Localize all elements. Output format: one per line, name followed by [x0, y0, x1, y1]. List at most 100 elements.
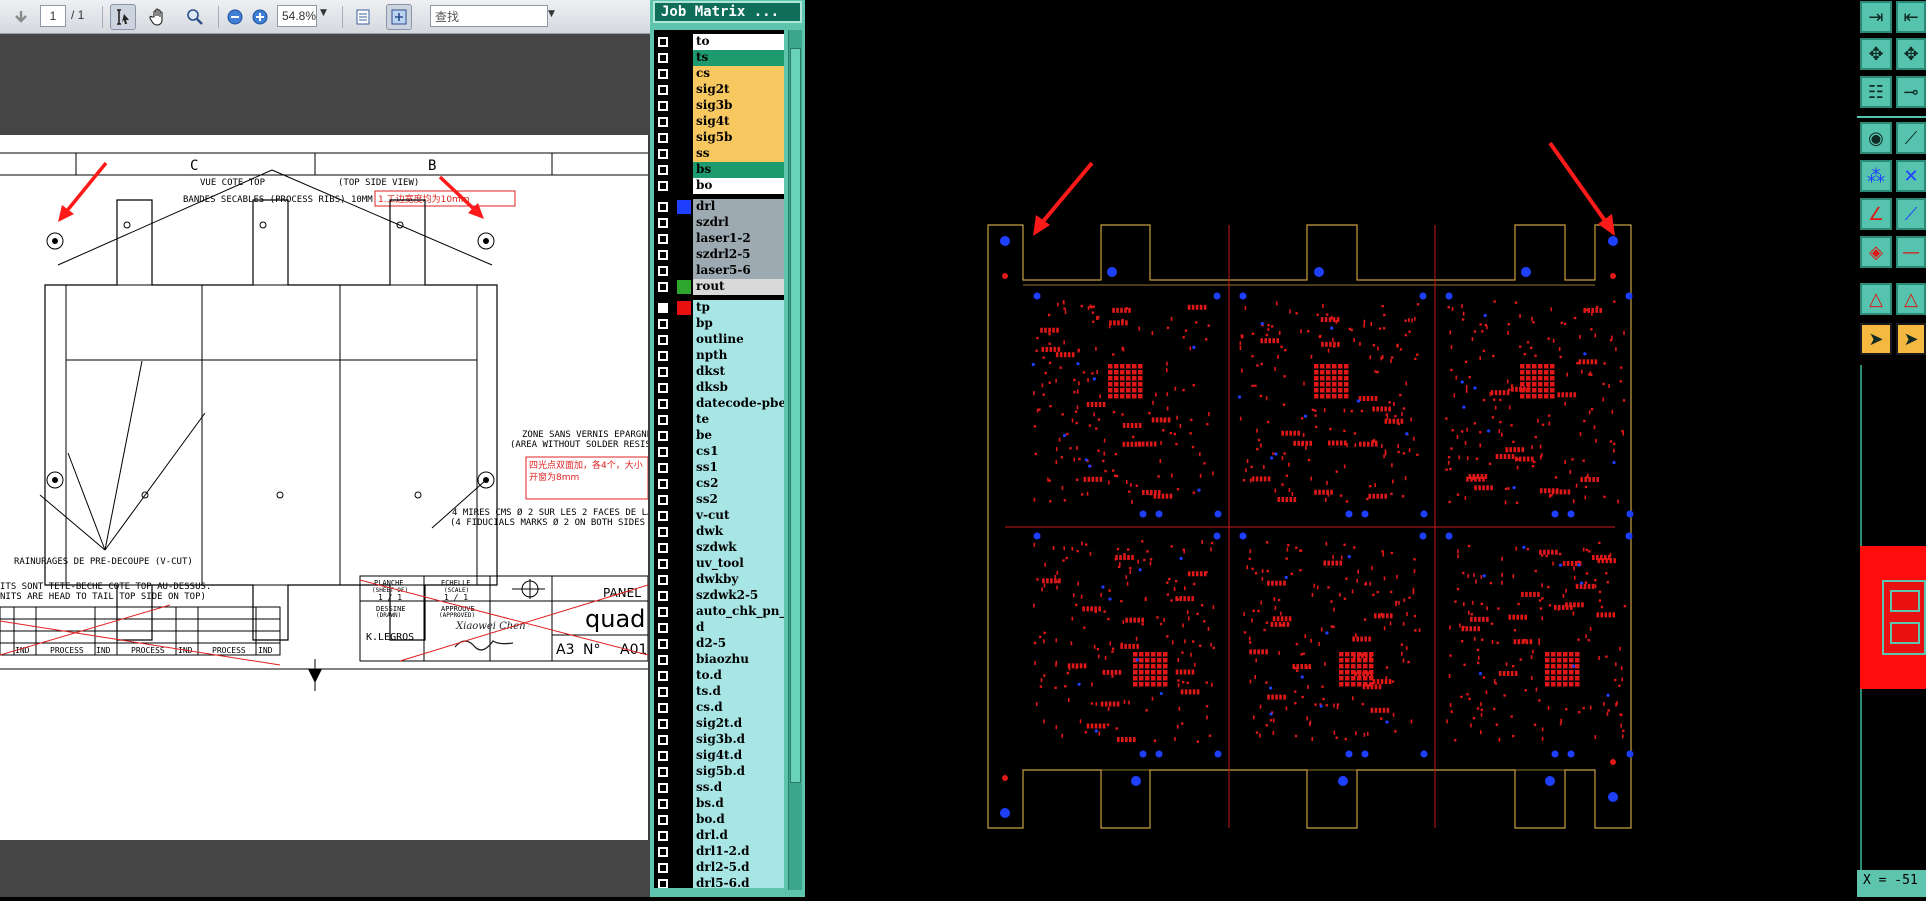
layer-name[interactable]: sig4t.d — [693, 748, 784, 764]
layer-name[interactable]: auto_chk_pn_ — [693, 604, 784, 620]
layer-name[interactable]: tp — [693, 300, 784, 316]
layer-checkbox[interactable] — [658, 447, 668, 457]
layer-color-swatch[interactable] — [677, 147, 691, 161]
layer-name[interactable]: sig5b.d — [693, 764, 784, 780]
layer-checkbox[interactable] — [658, 463, 668, 473]
layer-checkbox[interactable] — [658, 303, 668, 313]
connect-tool-button[interactable]: ⁂ — [1860, 160, 1892, 192]
layer-row[interactable]: sig2t — [654, 82, 784, 98]
layer-checkbox[interactable] — [658, 847, 668, 857]
layer-color-swatch[interactable] — [677, 397, 691, 411]
layer-row[interactable]: te — [654, 412, 784, 428]
layer-row[interactable]: laser1-2 — [654, 231, 784, 247]
layer-row[interactable]: sig4t.d — [654, 748, 784, 764]
layer-checkbox[interactable] — [658, 783, 668, 793]
zoom-out-button[interactable] — [222, 4, 248, 30]
layer-checkbox[interactable] — [658, 687, 668, 697]
layer-name[interactable]: d2-5 — [693, 636, 784, 652]
layer-row[interactable]: ss.d — [654, 780, 784, 796]
layer-color-swatch[interactable] — [677, 429, 691, 443]
layer-checkbox[interactable] — [658, 575, 668, 585]
layer-checkbox[interactable] — [658, 543, 668, 553]
layer-row[interactable]: npth — [654, 348, 784, 364]
layer-color-swatch[interactable] — [677, 163, 691, 177]
layer-name[interactable]: szdrl — [693, 215, 784, 231]
zoom-prev-button[interactable]: ⇤ — [1896, 1, 1926, 33]
layer-row[interactable]: to.d — [654, 668, 784, 684]
layer-row[interactable]: bs.d — [654, 796, 784, 812]
layer-color-swatch[interactable] — [677, 317, 691, 331]
layer-name[interactable]: bo.d — [693, 812, 784, 828]
layer-row[interactable]: sig2t.d — [654, 716, 784, 732]
layer-row[interactable]: outline — [654, 332, 784, 348]
layer-checkbox[interactable] — [658, 607, 668, 617]
layer-color-swatch[interactable] — [677, 877, 691, 888]
layer-checkbox[interactable] — [658, 431, 668, 441]
select-tool-button[interactable]: ➤ — [1860, 323, 1892, 355]
layer-color-swatch[interactable] — [677, 701, 691, 715]
layer-name[interactable]: cs — [693, 66, 784, 82]
layer-name[interactable]: dkst — [693, 364, 784, 380]
layer-row[interactable]: bp — [654, 316, 784, 332]
layer-color-swatch[interactable] — [677, 861, 691, 875]
layer-color-swatch[interactable] — [677, 589, 691, 603]
previous-page-button[interactable] — [8, 4, 34, 30]
measure-tool-button[interactable]: ☷ — [1860, 76, 1892, 108]
select-text-tool[interactable] — [110, 4, 136, 30]
layer-name[interactable]: outline — [693, 332, 784, 348]
layer-color-swatch[interactable] — [677, 669, 691, 683]
layer-name[interactable]: to.d — [693, 668, 784, 684]
layer-name[interactable]: ts.d — [693, 684, 784, 700]
layer-checkbox[interactable] — [658, 399, 668, 409]
layer-checkbox[interactable] — [658, 623, 668, 633]
layer-name[interactable]: rout — [693, 279, 784, 295]
job-matrix-title[interactable]: Job Matrix ... — [653, 1, 802, 23]
layer-color-swatch[interactable] — [677, 461, 691, 475]
layer-checkbox[interactable] — [658, 117, 668, 127]
layer-row[interactable]: laser5-6 — [654, 263, 784, 279]
layer-checkbox[interactable] — [658, 101, 668, 111]
layer-checkbox[interactable] — [658, 479, 668, 489]
angle-tool-button[interactable]: ∠ — [1860, 198, 1892, 230]
layer-color-swatch[interactable] — [677, 765, 691, 779]
layer-color-swatch[interactable] — [677, 573, 691, 587]
layer-row[interactable]: dwkby — [654, 572, 784, 588]
layer-name[interactable]: npth — [693, 348, 784, 364]
layer-name[interactable]: szdwk2-5 — [693, 588, 784, 604]
layer-name[interactable]: sig2t — [693, 82, 784, 98]
layer-name[interactable]: szdwk — [693, 540, 784, 556]
layer-row[interactable]: cs2 — [654, 476, 784, 492]
layer-checkbox[interactable] — [658, 351, 668, 361]
layer-color-swatch[interactable] — [677, 301, 691, 315]
layer-checkbox[interactable] — [658, 266, 668, 276]
layer-checkbox[interactable] — [658, 218, 668, 228]
layer-checkbox[interactable] — [658, 202, 668, 212]
layer-row[interactable]: datecode-pbe — [654, 396, 784, 412]
layer-name[interactable]: drl1-2.d — [693, 844, 784, 860]
layer-row[interactable]: be — [654, 428, 784, 444]
layer-name[interactable]: ss1 — [693, 460, 784, 476]
layer-checkbox[interactable] — [658, 767, 668, 777]
triangle-tool-button[interactable]: △ — [1860, 283, 1892, 315]
zoom-level-input[interactable]: 54.8% — [277, 5, 317, 27]
layer-row[interactable]: d2-5 — [654, 636, 784, 652]
layer-color-swatch[interactable] — [677, 525, 691, 539]
layer-color-swatch[interactable] — [677, 637, 691, 651]
layer-row[interactable]: tp — [654, 300, 784, 316]
layer-name[interactable]: szdrl2-5 — [693, 247, 784, 263]
layer-list-scrollbar[interactable] — [788, 30, 802, 890]
layer-row[interactable]: auto_chk_pn_ — [654, 604, 784, 620]
layer-checkbox[interactable] — [658, 735, 668, 745]
layer-name[interactable]: dksb — [693, 380, 784, 396]
layer-color-swatch[interactable] — [677, 733, 691, 747]
layer-color-swatch[interactable] — [677, 179, 691, 193]
layer-color-swatch[interactable] — [677, 781, 691, 795]
layer-checkbox[interactable] — [658, 671, 668, 681]
layer-name[interactable]: dwk — [693, 524, 784, 540]
layer-row[interactable]: sig4t — [654, 114, 784, 130]
fit-view-button[interactable]: ✥ — [1860, 38, 1892, 70]
layer-row[interactable]: biaozhu — [654, 652, 784, 668]
layer-name[interactable]: dwkby — [693, 572, 784, 588]
hline-tool-button[interactable]: — — [1896, 236, 1926, 268]
layer-name[interactable]: bs — [693, 162, 784, 178]
